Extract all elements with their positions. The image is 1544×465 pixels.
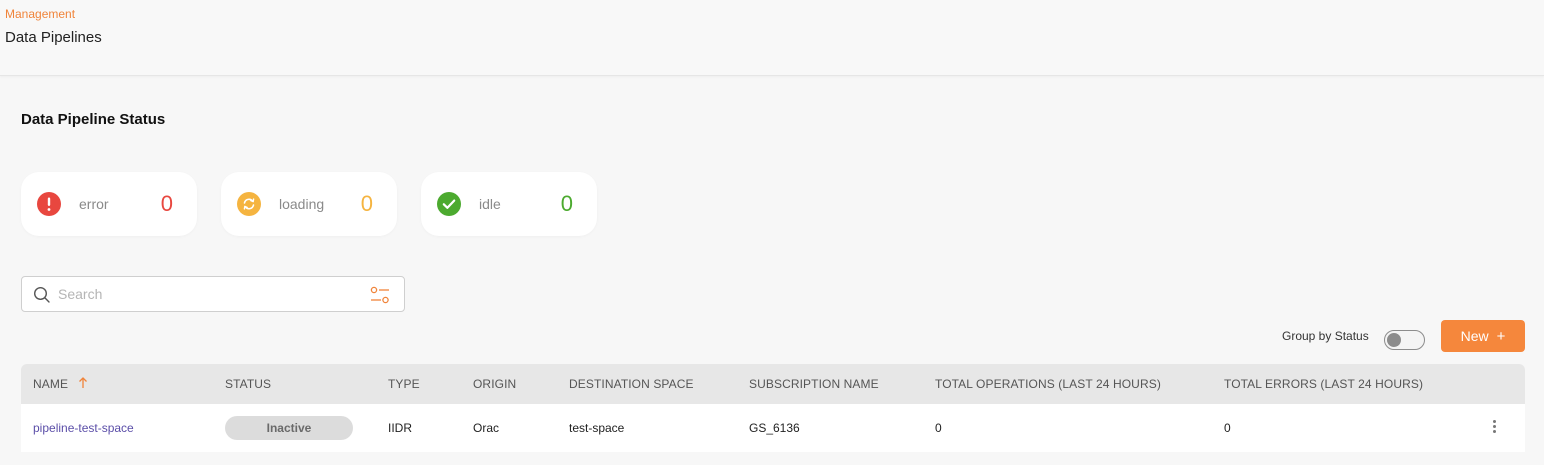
check-icon [437,192,461,216]
sort-ascending-icon[interactable] [78,376,88,395]
group-by-status-toggle[interactable] [1384,330,1425,350]
status-card-count: 0 [160,191,173,216]
total-operations-cell: 0 [935,421,942,435]
group-by-status-label: Group by Status [1282,329,1369,343]
column-header-name[interactable]: NAME [33,377,68,391]
column-header-origin[interactable]: ORIGIN [473,377,516,391]
status-card-label: idle [479,196,501,212]
page-title: Data Pipelines [5,29,102,46]
exclamation-icon [37,192,61,216]
new-pipeline-button[interactable]: New + [1441,320,1525,352]
column-header-type[interactable]: TYPE [388,377,420,391]
column-header-total-operations[interactable]: TOTAL OPERATIONS (LAST 24 HOURS) [935,377,1161,391]
toggle-knob [1387,333,1401,347]
total-errors-cell: 0 [1224,421,1231,435]
refresh-icon [237,192,261,216]
table-header: NAME STATUS TYPE ORIGIN DESTINATION SPAC… [21,364,1525,404]
table-row[interactable]: pipeline-test-space Inactive IIDR Orac t… [21,404,1525,452]
status-card-count: 0 [560,191,573,216]
filter-icon[interactable] [370,286,390,309]
column-header-destination-space[interactable]: DESTINATION SPACE [569,377,694,391]
search-icon [33,286,51,309]
search-input[interactable] [58,283,358,305]
status-section-title: Data Pipeline Status [21,111,166,128]
subscription-name-cell: GS_6136 [749,421,800,435]
status-card-error[interactable]: error 0 [21,172,197,236]
pipeline-name-link[interactable]: pipeline-test-space [33,421,134,435]
search-box[interactable] [21,276,405,312]
status-card-label: loading [279,196,325,212]
column-header-status[interactable]: STATUS [225,377,271,391]
status-card-label: error [79,196,109,212]
destination-space-cell: test-space [569,421,625,435]
new-button-label: New [1460,328,1489,344]
breadcrumb[interactable]: Management [5,7,75,21]
row-actions-kebab-icon[interactable] [1491,420,1497,434]
status-badge: Inactive [225,416,353,440]
plus-icon: + [1496,327,1506,345]
origin-cell: Orac [473,421,500,435]
page-header: Management Data Pipelines [0,0,1544,76]
status-card-count: 0 [360,191,373,216]
type-cell: IIDR [388,421,412,435]
status-card-loading[interactable]: loading 0 [221,172,397,236]
status-card-idle[interactable]: idle 0 [421,172,597,236]
column-header-subscription-name[interactable]: SUBSCRIPTION NAME [749,377,879,391]
column-header-total-errors[interactable]: TOTAL ERRORS (LAST 24 HOURS) [1224,377,1423,391]
